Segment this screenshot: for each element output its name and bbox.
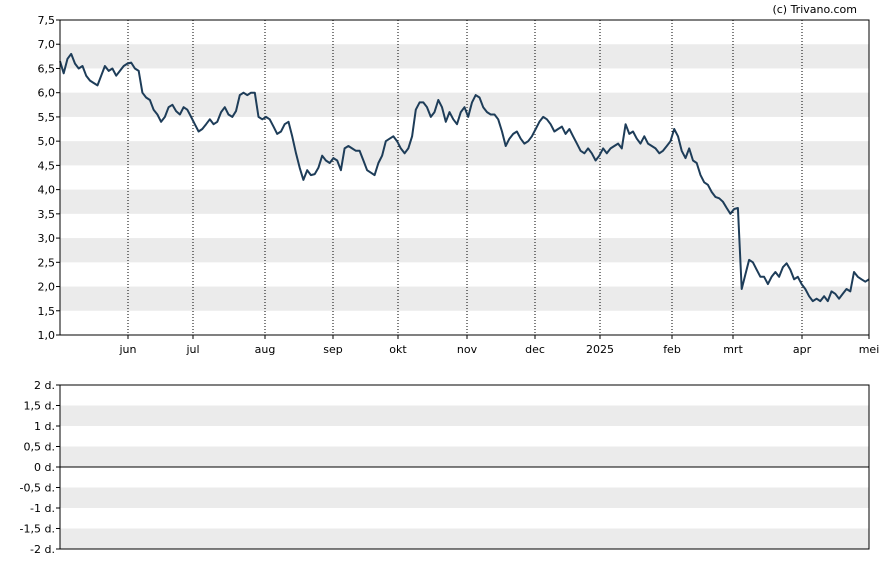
y-tick-label: 2,5	[38, 256, 56, 269]
y-tick-label: 3,0	[38, 232, 56, 245]
stock-chart: (c) Trivano.com 7,5 7,0 6,5 6,0 5,5 5,0 4,5 4,0…	[20, 3, 880, 556]
y-tick-label: 0 d.	[34, 461, 55, 474]
y-tick-label: -1 d.	[30, 502, 55, 515]
grid-band	[60, 286, 869, 311]
y-tick-label: 5,5	[38, 111, 56, 124]
y-tick-label: 6,0	[38, 87, 56, 100]
price-series-line	[59, 52, 870, 303]
y-tick-label: 1,0	[38, 329, 56, 342]
price-panel: 7,5 7,0 6,5 6,0 5,5 5,0 4,5 4,0 3,5 3,0 2,5 2,0 1,5 1…	[38, 14, 880, 356]
x-tick-label: okt	[389, 343, 407, 356]
y-tick-label: 2,0	[38, 281, 56, 294]
x-tick-label: jun	[119, 343, 137, 356]
y-tick-label: 3,5	[38, 208, 56, 221]
y-tick-label: -0,5 d.	[20, 482, 55, 495]
y-tick-label: 4,0	[38, 184, 56, 197]
x-tick-label: feb	[663, 343, 681, 356]
y-tick-label: 7,0	[38, 38, 56, 51]
grid-band	[60, 487, 869, 508]
x-tick-label: mrt	[723, 343, 743, 356]
grid-band	[60, 189, 869, 214]
x-tick-label: jul	[185, 343, 199, 356]
y-tick-label: 5,0	[38, 135, 56, 148]
y-tick-label: 1,5 d.	[24, 400, 55, 413]
y-tick-label: -2 d.	[30, 543, 55, 556]
x-tick-label: nov	[457, 343, 478, 356]
x-tick-label: dec	[525, 343, 545, 356]
oscillator-panel: 2 d. 1,5 d. 1 d. 0,5 d. 0 d. -0,5 d. -1 d. -1,5…	[20, 379, 870, 556]
grid-band	[60, 446, 869, 467]
y-tick-label: 1 d.	[34, 420, 55, 433]
x-tick-label: 2025	[586, 343, 614, 356]
price-x-axis: jun jul aug sep okt nov dec 2025 feb mrt apr mei	[119, 335, 880, 356]
y-tick-label: 7,5	[38, 14, 56, 27]
x-tick-label: sep	[323, 343, 342, 356]
y-tick-label: -1,5 d.	[20, 523, 55, 536]
price-y-axis: 7,5 7,0 6,5 6,0 5,5 5,0 4,5 4,0 3,5 3,0 2,5 2,0 1,5 1…	[38, 14, 60, 342]
x-tick-label: aug	[255, 343, 276, 356]
grid-band	[60, 238, 869, 263]
oscillator-y-axis: 2 d. 1,5 d. 1 d. 0,5 d. 0 d. -0,5 d. -1 d. -1,5…	[20, 379, 60, 556]
grid-band	[60, 528, 869, 549]
y-tick-label: 4,5	[38, 159, 56, 172]
x-tick-label: apr	[793, 343, 812, 356]
y-tick-label: 6,5	[38, 62, 56, 75]
grid-band	[60, 405, 869, 426]
y-tick-label: 2 d.	[34, 379, 55, 392]
y-tick-label: 0,5 d.	[24, 441, 55, 454]
y-tick-label: 1,5	[38, 305, 56, 318]
grid-band	[60, 141, 869, 166]
x-tick-label: mei	[859, 343, 880, 356]
grid-band	[60, 44, 869, 69]
copyright-text: (c) Trivano.com	[772, 3, 857, 16]
oscillator-bands	[60, 405, 869, 549]
price-bands	[60, 44, 869, 311]
